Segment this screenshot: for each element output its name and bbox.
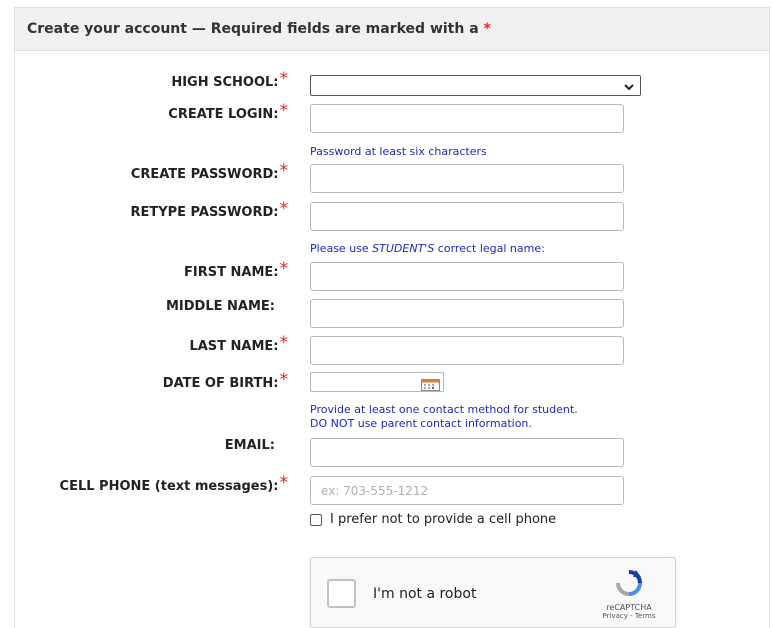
cell-phone-placeholder: ex: 703-555-1212	[321, 484, 429, 498]
date-of-birth-input[interactable]	[310, 372, 444, 392]
cell-phone-input[interactable]: ex: 703-555-1212	[310, 476, 624, 505]
email-label: EMAIL:	[224, 438, 275, 453]
middle-name-label: MIDDLE NAME:	[165, 299, 275, 314]
create-login-label: CREATE LOGIN:*	[168, 101, 289, 122]
retype-password-label: RETYPE PASSWORD:*	[130, 199, 289, 220]
required-asterisk: *	[279, 199, 289, 219]
contact-hint-line-2: DO NOT use parent contact information.	[310, 417, 532, 430]
middle-name-input[interactable]	[310, 299, 624, 328]
required-asterisk: *	[279, 69, 289, 89]
create-login-input[interactable]	[310, 104, 624, 133]
create-password-input[interactable]	[310, 164, 624, 193]
required-asterisk: *	[279, 370, 289, 390]
recaptcha-links[interactable]: Privacy - Terms	[599, 612, 659, 620]
recaptcha-widget: I'm not a robot reCAPTCHA Privacy - Term…	[310, 557, 676, 628]
required-asterisk: *	[279, 333, 289, 353]
required-asterisk: *	[483, 21, 491, 37]
recaptcha-logo: reCAPTCHA Privacy - Terms	[599, 568, 659, 620]
recaptcha-checkbox[interactable]	[327, 579, 356, 608]
first-name-label: FIRST NAME:*	[184, 259, 289, 280]
retype-password-input[interactable]	[310, 202, 624, 231]
required-asterisk: *	[279, 259, 289, 279]
first-name-input[interactable]	[310, 262, 624, 291]
contact-hint-line-1: Provide at least one contact method for …	[310, 403, 578, 416]
last-name-label: LAST NAME:*	[189, 333, 289, 354]
recaptcha-brand: reCAPTCHA	[606, 603, 652, 612]
last-name-input[interactable]	[310, 336, 624, 365]
cell-phone-label: CELL PHONE (text messages):*	[59, 473, 289, 494]
recaptcha-icon	[614, 570, 644, 602]
calendar-icon[interactable]	[421, 376, 440, 395]
recaptcha-label: I'm not a robot	[373, 586, 477, 602]
form-header-title: Create your account — Required fields ar…	[27, 21, 491, 37]
chevron-down-icon	[623, 78, 635, 97]
date-of-birth-label: DATE OF BIRTH:*	[162, 370, 289, 391]
no-cell-phone-checkbox[interactable]	[310, 514, 322, 526]
form-header: Create your account — Required fields ar…	[14, 7, 770, 51]
no-cell-phone-label[interactable]: I prefer not to provide a cell phone	[330, 512, 556, 527]
password-hint: Password at least six characters	[310, 145, 487, 158]
create-password-label: CREATE PASSWORD:*	[130, 161, 289, 182]
required-asterisk: *	[279, 473, 289, 493]
name-hint: Please use STUDENT'S correct legal name:	[310, 242, 545, 255]
high-school-label: HIGH SCHOOL:*	[171, 69, 289, 90]
email-field[interactable]	[310, 438, 624, 467]
required-asterisk: *	[279, 161, 289, 181]
required-asterisk: *	[279, 101, 289, 121]
high-school-select[interactable]	[310, 75, 641, 96]
